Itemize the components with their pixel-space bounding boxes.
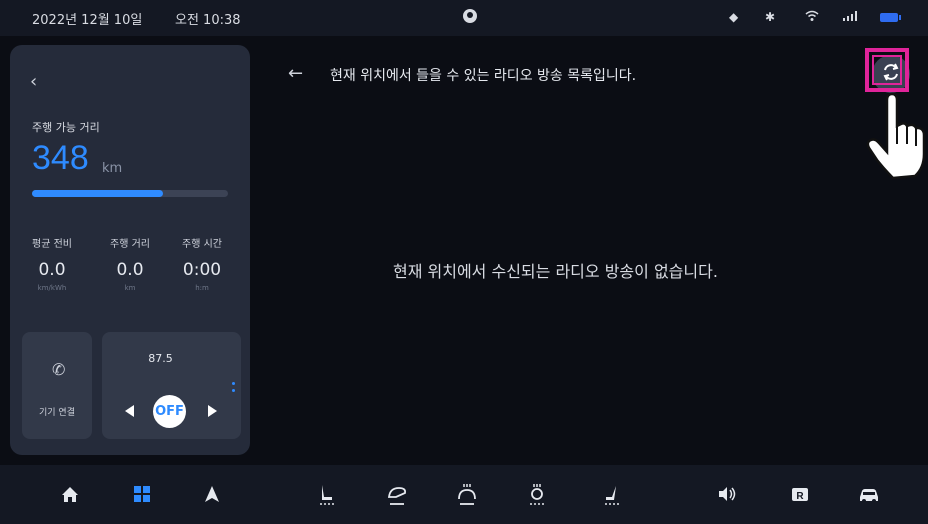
camera-r-icon[interactable]: R [783,477,817,511]
stat-efficiency: 평균 전비 0.0 km/kWh [22,235,82,292]
range-value: 348 [32,139,89,177]
stat-unit: km/kWh [37,284,67,292]
car-icon[interactable] [852,477,886,511]
wifi-icon [805,10,819,25]
stat-time: 주행 시간 0:00 h:m [172,235,232,292]
chevron-left-icon[interactable]: ‹ [30,71,37,92]
stat-unit: h:m [195,284,209,292]
stat-distance: 주행 거리 0.0 km [100,235,160,292]
refresh-icon[interactable] [879,60,903,84]
wiper-icon[interactable] [380,477,414,511]
seat-icon[interactable] [310,477,344,511]
heated-steering-icon[interactable] [450,477,484,511]
volume-icon[interactable] [710,477,744,511]
bluetooth-icon: ✱ [765,10,776,24]
radio-power-button[interactable]: OFF [153,395,186,428]
radio-frequency: 87.5 [148,352,173,365]
stat-label: 주행 거리 [110,239,150,250]
previous-station-button[interactable] [125,405,134,417]
stat-label: 평균 전비 [32,239,72,250]
next-station-button[interactable] [208,405,217,417]
radio-widget[interactable]: 87.5 OFF [102,332,241,439]
home-icon[interactable] [53,477,87,511]
stat-label: 주행 시간 [182,239,222,250]
page-indicator [232,382,235,396]
status-date: 2022년 12월 10일 [32,13,143,28]
user-icon[interactable] [463,9,477,23]
pointing-hand-icon [866,92,926,180]
range-progress-fill [32,190,164,197]
navigation-arrow-icon[interactable] [195,477,229,511]
bell-icon: ◆ [729,10,739,24]
empty-state-message: 현재 위치에서 수신되는 라디오 방송이 없습니다. [393,262,718,281]
arrow-left-icon[interactable]: ← [288,63,303,84]
stat-value: 0.0 [38,260,66,280]
range-label: 주행 가능 거리 [32,121,100,134]
status-time: 오전 10:38 [175,13,241,28]
heated-seat-icon[interactable] [520,477,554,511]
stat-value: 0.0 [116,260,144,280]
stat-unit: km [124,284,136,292]
battery-icon [880,13,901,22]
phone-connect-card[interactable]: ✆ 기기 연결 [22,332,92,439]
page-title: 현재 위치에서 들을 수 있는 라디오 방송 목록입니다. [330,68,637,84]
status-bar: 2022년 12월 10일 오전 10:38 ◆ ✱ [0,0,928,36]
range-unit: km [102,161,123,176]
stat-value: 0:00 [182,260,222,280]
signal-icon [843,10,857,24]
apps-grid-icon[interactable] [125,477,159,511]
svg-text:R: R [796,491,804,502]
range-progress-bar [32,190,228,197]
phone-icon: ✆ [52,360,66,379]
seat-recline-icon[interactable] [595,477,629,511]
phone-connect-label: 기기 연결 [39,408,75,418]
